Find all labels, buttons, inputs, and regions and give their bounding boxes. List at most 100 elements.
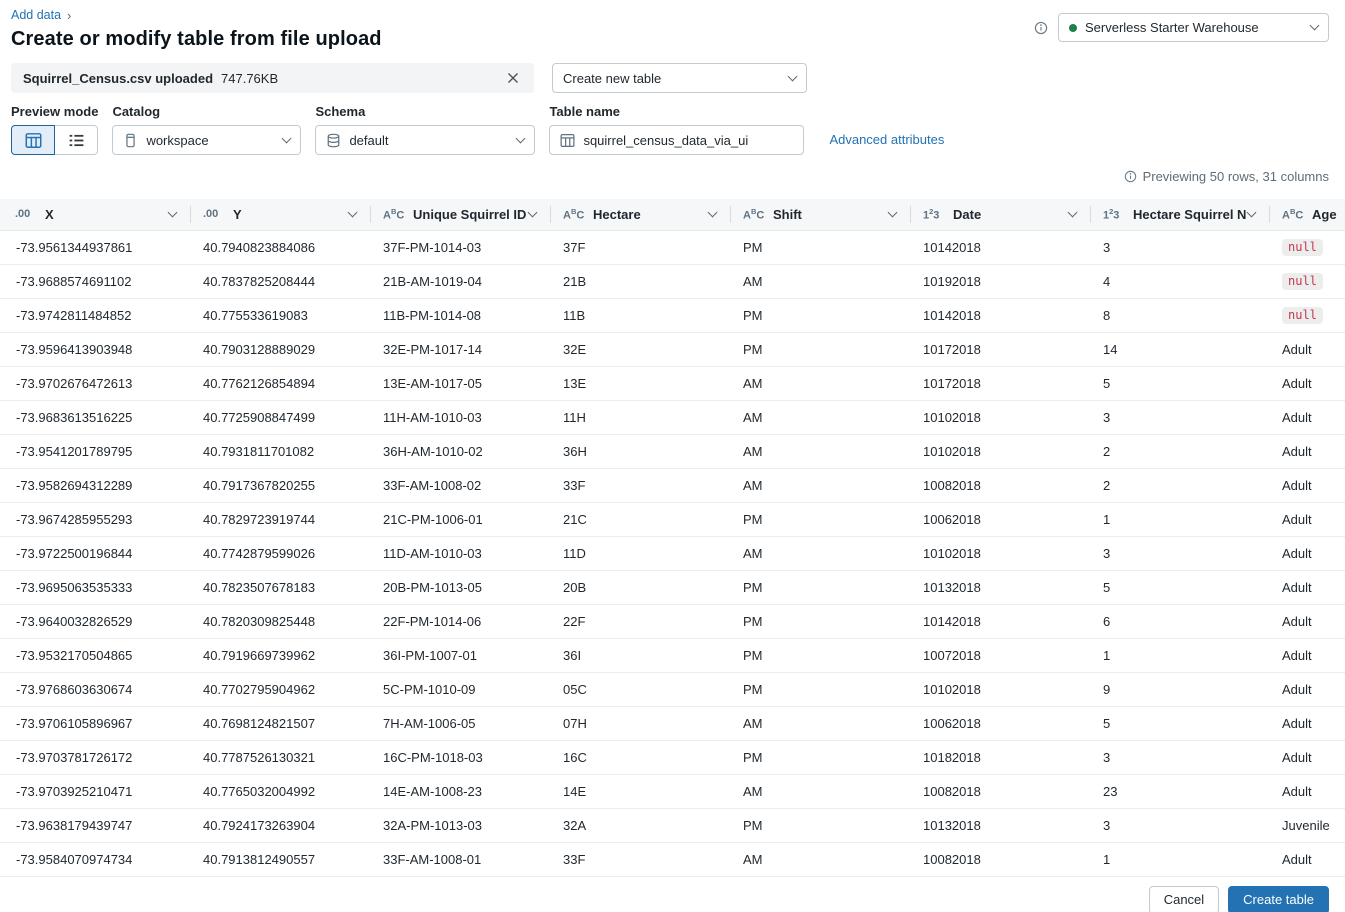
table-cell: 10102018 <box>910 672 1090 707</box>
table-cell: 40.7823507678183 <box>190 570 370 605</box>
warehouse-select[interactable]: Serverless Starter Warehouse <box>1058 13 1329 42</box>
table-cell: PM <box>730 332 910 367</box>
table-cell: PM <box>730 230 910 265</box>
column-menu-chevron-icon[interactable] <box>347 207 358 218</box>
table-cell: 11B <box>550 298 730 333</box>
table-row: -73.9722500196844 40.7742879599026 11D-AM-… <box>0 536 1345 571</box>
preview-mode-list-button[interactable] <box>54 125 98 155</box>
column-header-label: Unique Squirrel ID <box>413 206 527 222</box>
table-cell: 10102018 <box>910 536 1090 571</box>
column-menu-chevron-icon[interactable] <box>527 207 538 218</box>
table-cell: Adult <box>1269 604 1345 639</box>
schema-select[interactable]: default <box>315 125 536 155</box>
breadcrumb-add-data-link[interactable]: Add data <box>11 8 61 22</box>
preview-info-text: Previewing 50 rows, 31 columns <box>1142 169 1329 184</box>
column-header-unique-squirrel-id[interactable]: ABC Unique Squirrel ID <box>370 199 550 231</box>
column-menu-chevron-icon[interactable] <box>1246 207 1257 218</box>
chevron-down-icon <box>515 133 526 143</box>
table-cell: 10062018 <box>910 706 1090 741</box>
column-header-date[interactable]: 123 Date <box>910 199 1090 231</box>
catalog-icon <box>123 133 138 148</box>
column-type-string-icon: ABC <box>1282 206 1304 222</box>
advanced-attributes-link[interactable]: Advanced attributes <box>829 132 944 147</box>
database-icon <box>326 133 341 148</box>
table-cell: Adult <box>1269 502 1345 537</box>
table-mode-value: Create new table <box>563 70 662 86</box>
create-table-button[interactable]: Create table <box>1228 885 1329 912</box>
table-cell: PM <box>730 298 910 333</box>
remove-file-button[interactable] <box>504 69 522 87</box>
table-name-input-wrap <box>549 125 805 155</box>
table-cell: null <box>1269 264 1345 299</box>
table-cell: 21B-AM-1019-04 <box>370 264 550 299</box>
table-cell: Adult <box>1269 774 1345 809</box>
table-cell: 14E-AM-1008-23 <box>370 774 550 809</box>
table-cell: 40.7765032004992 <box>190 774 370 809</box>
form-row: Preview mode Catalog workspace Schema de… <box>11 104 1329 155</box>
table-cell: 14 <box>1090 332 1269 367</box>
catalog-select[interactable]: workspace <box>112 125 302 155</box>
catalog-label: Catalog <box>112 104 161 119</box>
column-menu-chevron-icon[interactable] <box>887 207 898 218</box>
table-row: -73.9638179439747 40.7924173263904 32A-PM-… <box>0 808 1345 843</box>
column-header-hectare[interactable]: ABC Hectare <box>550 199 730 231</box>
warehouse-area: Serverless Starter Warehouse <box>1034 13 1329 42</box>
table-cell: 37F-PM-1014-03 <box>370 230 550 265</box>
table-row: -73.9596413903948 40.7903128889029 32E-PM-… <box>0 332 1345 367</box>
preview-table-scroll[interactable]: .00 X .00 Y ABC Unique Squirrel ID ABC Hectare A… <box>0 199 1345 877</box>
cancel-button[interactable]: Cancel <box>1148 885 1220 912</box>
preview-mode-table-button[interactable] <box>11 125 55 155</box>
table-cell: Adult <box>1269 468 1345 503</box>
table-cell: 36I-PM-1007-01 <box>370 638 550 673</box>
table-cell: Adult <box>1269 366 1345 401</box>
table-mode-select[interactable]: Create new table <box>552 63 807 93</box>
table-cell: 36H <box>550 434 730 469</box>
column-header-y[interactable]: .00 Y <box>190 199 370 231</box>
column-header-shift[interactable]: ABC Shift <box>730 199 910 231</box>
table-cell: 33F-AM-1008-01 <box>370 842 550 877</box>
column-menu-chevron-icon[interactable] <box>1067 207 1078 218</box>
table-name-field: Table name <box>549 104 805 155</box>
warehouse-info-icon[interactable] <box>1034 21 1048 35</box>
table-cell: 16C <box>550 740 730 775</box>
table-cell: AM <box>730 366 910 401</box>
table-row: -73.9674285955293 40.7829723919744 21C-PM-… <box>0 502 1345 537</box>
table-name-input[interactable] <box>583 132 794 148</box>
table-cell: 5 <box>1090 706 1269 741</box>
catalog-value: workspace <box>146 132 209 148</box>
preview-mode-toggle-group <box>11 125 98 155</box>
table-cell: AM <box>730 468 910 503</box>
warehouse-name: Serverless Starter Warehouse <box>1085 20 1259 35</box>
table-cell: 33F-AM-1008-02 <box>370 468 550 503</box>
table-cell: 11H-AM-1010-03 <box>370 400 550 435</box>
table-row: -73.9703781726172 40.7787526130321 16C-PM-… <box>0 740 1345 775</box>
table-cell: 11H <box>550 400 730 435</box>
schema-field: Schema default <box>315 104 536 155</box>
table-row: -73.9683613516225 40.7725908847499 11H-AM-… <box>0 400 1345 435</box>
column-menu-chevron-icon[interactable] <box>167 207 178 218</box>
column-header-label: Age <box>1312 206 1337 222</box>
table-cell: PM <box>730 604 910 639</box>
table-cell: Adult <box>1269 434 1345 469</box>
table-cell: 10082018 <box>910 774 1090 809</box>
schema-value: default <box>349 132 389 148</box>
column-header-hectare-squirrel-n[interactable]: 123 Hectare Squirrel N <box>1090 199 1269 231</box>
column-header-x[interactable]: .00 X <box>0 199 190 231</box>
table-cell: 36H-AM-1010-02 <box>370 434 550 469</box>
table-cell: 40.7820309825448 <box>190 604 370 639</box>
table-cell: 10132018 <box>910 570 1090 605</box>
preview-mode-field: Preview mode <box>11 104 98 155</box>
table-cell: PM <box>730 740 910 775</box>
table-cell: 10172018 <box>910 332 1090 367</box>
column-menu-chevron-icon[interactable] <box>707 207 718 218</box>
column-header-label: Hectare Squirrel N <box>1133 206 1247 222</box>
table-cell: PM <box>730 570 910 605</box>
table-row: -73.9640032826529 40.7820309825448 22F-PM-… <box>0 604 1345 639</box>
column-header-age[interactable]: ABC Age <box>1269 199 1345 231</box>
preview-mode-label: Preview mode <box>11 104 99 119</box>
table-cell: 32A <box>550 808 730 843</box>
table-cell: 10082018 <box>910 468 1090 503</box>
table-cell: Adult <box>1269 536 1345 571</box>
table-cell: 22F <box>550 604 730 639</box>
column-header-label: X <box>45 206 54 222</box>
